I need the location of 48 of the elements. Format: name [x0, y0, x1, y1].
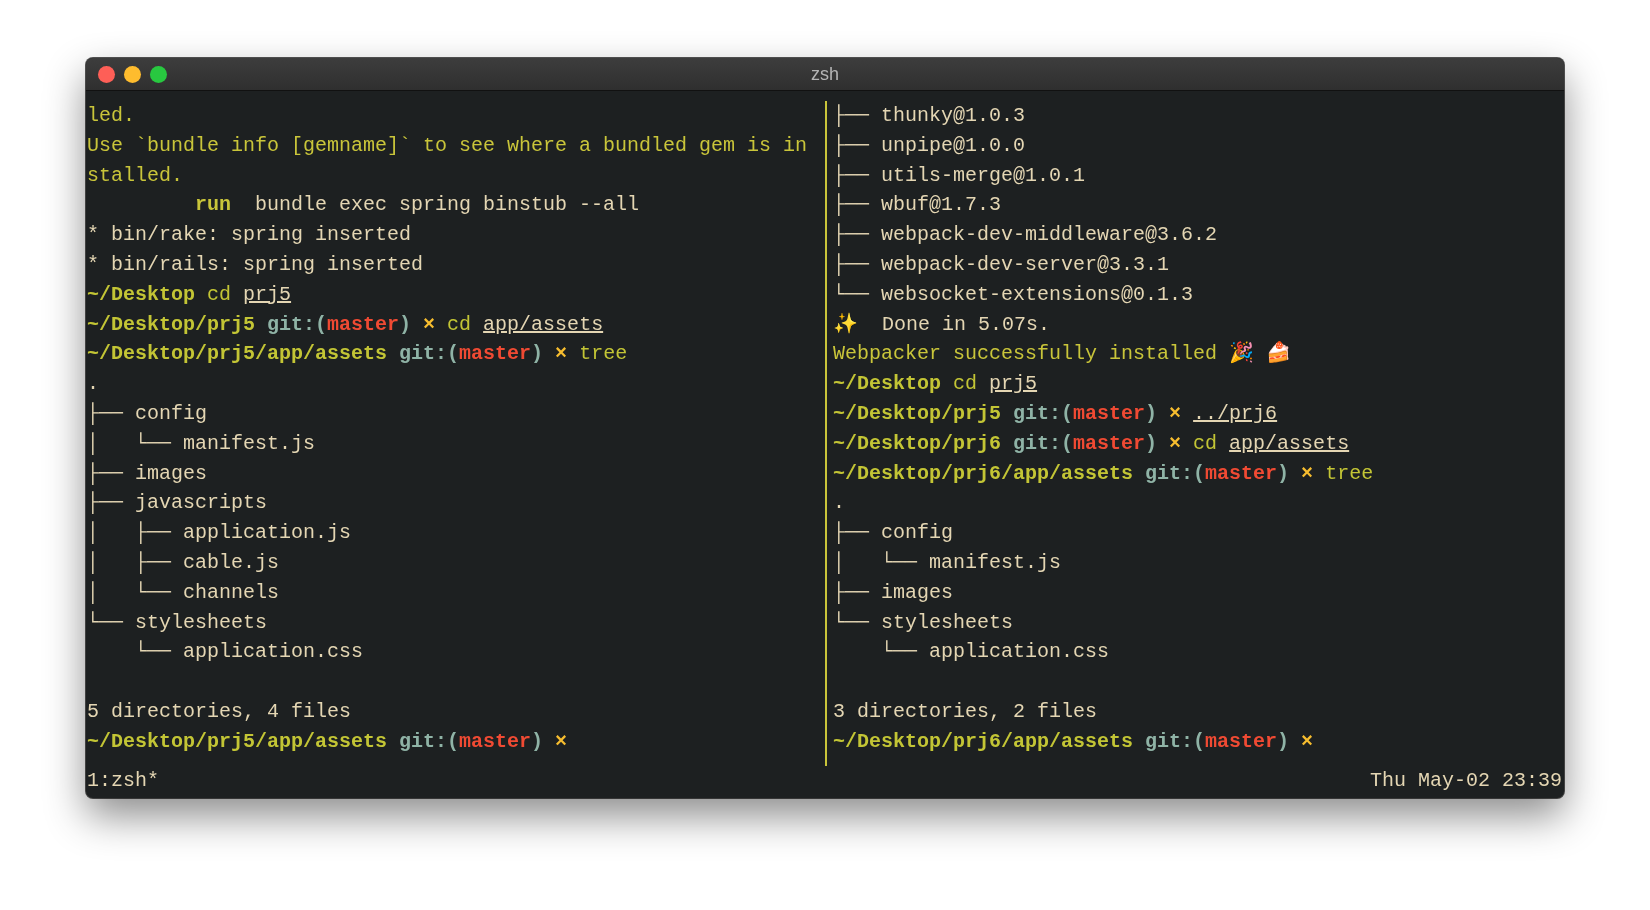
terminal-line: ├── unpipe@1.0.0	[833, 132, 1026, 159]
minimize-button[interactable]	[124, 65, 141, 83]
terminal-line: led.	[87, 103, 135, 129]
terminal-line: stalled.	[87, 162, 183, 189]
terminal-line: ├── images	[833, 579, 954, 606]
terminal-line: ├── webpack-dev-middleware@3.6.2	[833, 222, 1218, 249]
terminal-line: └── stylesheets	[87, 609, 268, 636]
terminal-line: ├── config	[87, 400, 208, 427]
window-title: zsh	[811, 63, 839, 85]
terminal-line: ├── webpack-dev-server@3.3.1	[833, 252, 1170, 278]
terminal-line: ├── config	[833, 520, 954, 547]
terminal-line: * bin/rails: spring inserted	[87, 252, 424, 278]
terminal-line: Webpacker successfully installed 🎉 🍰	[833, 340, 1292, 368]
terminal-line: ~/Desktop/prj6 git:(master) × cd app/assets	[833, 430, 1350, 457]
terminal-line: ├── utils-merge@1.0.1	[833, 162, 1086, 189]
terminal-line: │ ├── application.js	[87, 520, 352, 547]
terminal-line: ├── wbuf@1.7.3	[833, 192, 1002, 219]
terminal-line: .	[87, 371, 99, 398]
terminal-line: ├── thunky@1.0.3	[833, 103, 1026, 129]
terminal-line: ~/Desktop/prj5/app/assets git:(master) ×	[87, 728, 568, 755]
terminal-line: ~/Desktop/prj5 git:(master) × ../prj6	[833, 400, 1278, 427]
zoom-button[interactable]	[150, 65, 167, 83]
terminal-line: .	[833, 490, 845, 517]
terminal-line: │ └── channels	[87, 579, 280, 606]
terminal-line: 3 directories, 2 files	[833, 698, 1098, 725]
terminal-line: ~/Desktop/prj5 git:(master) × cd app/assets	[87, 311, 604, 338]
terminal-line: └── application.css	[134, 639, 364, 666]
close-button[interactable]	[98, 65, 115, 83]
terminal-line: └── application.css	[880, 639, 1110, 666]
terminal-line: 5 directories, 4 files	[87, 698, 352, 725]
terminal-line: ~/Desktop cd prj5	[87, 281, 292, 308]
terminal-line: ├── images	[87, 460, 208, 487]
terminal-line: ├── javascripts	[87, 490, 268, 517]
terminal-line: ~/Desktop/prj5/app/assets git:(master) × tree	[87, 341, 628, 368]
terminal-line: ~/Desktop cd prj5	[833, 371, 1038, 398]
status-clock: Thu May-02 23:39	[1369, 768, 1562, 794]
terminal-line: └── stylesheets	[833, 609, 1014, 636]
terminal-line: ✨ Done in 5.07s.	[833, 311, 1051, 338]
terminal-line: └── websocket-extensions@0.1.3	[833, 281, 1194, 308]
terminal-line: Use `bundle info [gemname]` to see where a bundled gem is in	[87, 132, 808, 159]
terminal-line: │ ├── cable.js	[87, 549, 280, 576]
terminal-line: ~/Desktop/prj6/app/assets git:(master) ×	[833, 728, 1314, 755]
terminal-line: run bundle exec spring binstub --all	[194, 192, 640, 219]
terminal-line: * bin/rake: spring inserted	[87, 222, 412, 249]
terminal-line: │ └── manifest.js	[87, 430, 316, 457]
terminal-line: │ └── manifest.js	[833, 549, 1062, 576]
window-list: 1:zsh*	[87, 766, 159, 796]
terminal-line: ~/Desktop/prj6/app/assets git:(master) × tree	[833, 460, 1374, 487]
